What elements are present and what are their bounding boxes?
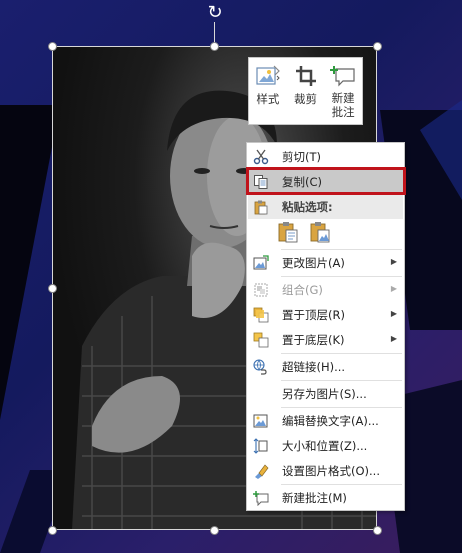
menu-item-cut-label: 剪切(T) (282, 150, 321, 164)
new-comment-label-line2: 批注 (331, 105, 355, 119)
paste-options-header: 粘贴选项: (248, 195, 403, 219)
menu-separator (281, 249, 402, 250)
menu-item-save-as-picture-label: 另存为图片(S)... (282, 387, 367, 401)
resize-handle-top-right[interactable] (373, 42, 382, 51)
resize-handle-middle-left[interactable] (48, 284, 57, 293)
resize-handle-bottom-right[interactable] (373, 526, 382, 535)
menu-item-edit-alt-text-label: 编辑替换文字(A)... (282, 414, 379, 428)
menu-item-format-picture[interactable]: 设置图片格式(O)... (248, 459, 403, 483)
picture-style-icon (255, 64, 281, 88)
menu-separator (281, 353, 402, 354)
menu-item-group[interactable]: 组合(G) ▶ (248, 278, 403, 302)
paste-icon (248, 195, 274, 219)
send-to-back-icon (248, 328, 274, 352)
new-comment-button[interactable]: 新建 批注 (324, 58, 362, 124)
copy-highlight-annotation (246, 167, 406, 195)
submenu-arrow-icon: ▶ (390, 284, 397, 293)
menu-item-group-label: 组合(G) (282, 283, 323, 297)
crop-button[interactable]: 裁剪 (287, 58, 325, 124)
menu-item-bring-to-front[interactable]: 置于顶层(R) ▶ (248, 303, 403, 327)
new-comment-icon (248, 486, 274, 510)
paste-as-picture-icon[interactable] (309, 221, 331, 243)
alt-text-icon (248, 409, 274, 433)
menu-item-size-position[interactable]: 大小和位置(Z)... (248, 434, 403, 458)
menu-separator (281, 380, 402, 381)
menu-item-send-to-back-label: 置于底层(K) (282, 333, 345, 347)
format-picture-icon (248, 459, 274, 483)
paste-options-row (277, 221, 331, 243)
crop-label: 裁剪 (294, 92, 317, 106)
menu-item-new-comment-label: 新建批注(M) (282, 491, 347, 505)
menu-item-edit-alt-text[interactable]: 编辑替换文字(A)... (248, 409, 403, 433)
new-comment-icon (330, 64, 356, 88)
submenu-arrow-icon: ▶ (390, 334, 397, 343)
style-button[interactable]: 样式 (249, 58, 287, 124)
group-icon (248, 278, 274, 302)
change-picture-icon (248, 251, 274, 275)
menu-item-hyperlink-label: 超链接(H)... (282, 360, 346, 374)
menu-item-size-position-label: 大小和位置(Z)... (282, 439, 368, 453)
resize-handle-top-left[interactable] (48, 42, 57, 51)
menu-item-change-picture[interactable]: 更改图片(A) ▶ (248, 251, 403, 275)
resize-handle-top-middle[interactable] (210, 42, 219, 51)
menu-item-bring-to-front-label: 置于顶层(R) (282, 308, 345, 322)
rotate-handle-icon[interactable]: ↻ (205, 3, 225, 23)
resize-handle-bottom-left[interactable] (48, 526, 57, 535)
submenu-arrow-icon: ▶ (390, 257, 397, 266)
hyperlink-icon (248, 355, 274, 379)
menu-separator (281, 484, 402, 485)
mini-toolbar: 样式 裁剪 新建 批注 (248, 57, 363, 125)
menu-separator (281, 276, 402, 277)
resize-handle-bottom-middle[interactable] (210, 526, 219, 535)
size-position-icon (248, 434, 274, 458)
menu-item-hyperlink[interactable]: 超链接(H)... (248, 355, 403, 379)
menu-item-cut[interactable]: 剪切(T) (248, 145, 403, 169)
menu-item-save-as-picture[interactable]: 另存为图片(S)... (248, 382, 403, 406)
menu-separator (281, 407, 402, 408)
menu-item-new-comment[interactable]: 新建批注(M) (248, 486, 403, 510)
menu-item-format-picture-label: 设置图片格式(O)... (282, 464, 380, 478)
crop-icon (293, 64, 319, 88)
scissors-icon (248, 145, 274, 169)
menu-item-change-picture-label: 更改图片(A) (282, 256, 345, 270)
style-label: 样式 (256, 92, 280, 106)
context-menu: 剪切(T) 复制(C) 粘贴选项: 更改图片(A) ▶ 组合(G) ▶ 置于顶层… (246, 142, 405, 511)
paste-options-label: 粘贴选项: (282, 200, 333, 214)
new-comment-label-line1: 新建 (331, 91, 355, 105)
menu-item-send-to-back[interactable]: 置于底层(K) ▶ (248, 328, 403, 352)
bring-to-front-icon (248, 303, 274, 327)
paste-keep-format-icon[interactable] (277, 221, 299, 243)
submenu-arrow-icon: ▶ (390, 309, 397, 318)
